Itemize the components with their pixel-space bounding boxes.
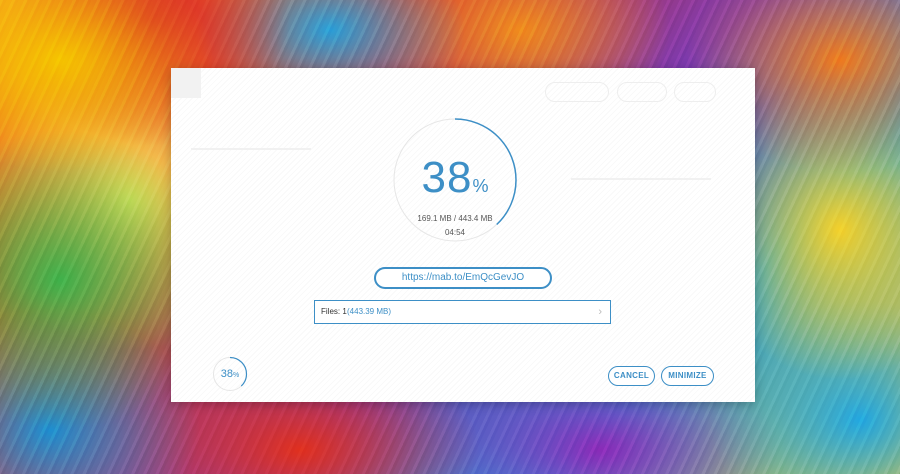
time-remaining: 04:54 bbox=[444, 228, 466, 237]
mini-progress-sign: % bbox=[233, 372, 240, 379]
progress-percent-sign: % bbox=[472, 176, 489, 196]
mini-progress-value: 38 bbox=[220, 368, 233, 380]
share-link-button[interactable]: https://mab.to/EmQcGevJO bbox=[374, 267, 552, 289]
files-total-size: (443.39 MB) bbox=[347, 307, 392, 316]
cancel-button[interactable]: CANCEL bbox=[608, 366, 655, 386]
progress-percent: 38% bbox=[391, 156, 519, 208]
chevron-right-icon: › bbox=[598, 306, 602, 318]
files-count-label: Files: 1 bbox=[321, 307, 347, 316]
background-pill bbox=[674, 82, 716, 102]
background-pill bbox=[617, 82, 667, 102]
transfer-size: 169.1 MB / 443.4 MB bbox=[417, 214, 493, 223]
background-pill bbox=[545, 82, 609, 102]
background-line bbox=[571, 178, 711, 180]
files-summary-bar[interactable]: Files: 1 (443.39 MB) › bbox=[314, 300, 611, 324]
background-line bbox=[191, 148, 311, 150]
upload-progress-ring: 38% 169.1 MB / 443.4 MB 04:54 bbox=[391, 116, 519, 244]
mini-progress-text: 38% bbox=[212, 367, 248, 383]
minimize-button[interactable]: MINIMIZE bbox=[661, 366, 714, 386]
upload-progress-dialog: 38% 169.1 MB / 443.4 MB 04:54 https://ma… bbox=[171, 68, 755, 402]
corner-button bbox=[171, 68, 201, 98]
progress-percent-value: 38 bbox=[421, 153, 473, 202]
mini-progress-indicator: 38% bbox=[212, 356, 248, 392]
